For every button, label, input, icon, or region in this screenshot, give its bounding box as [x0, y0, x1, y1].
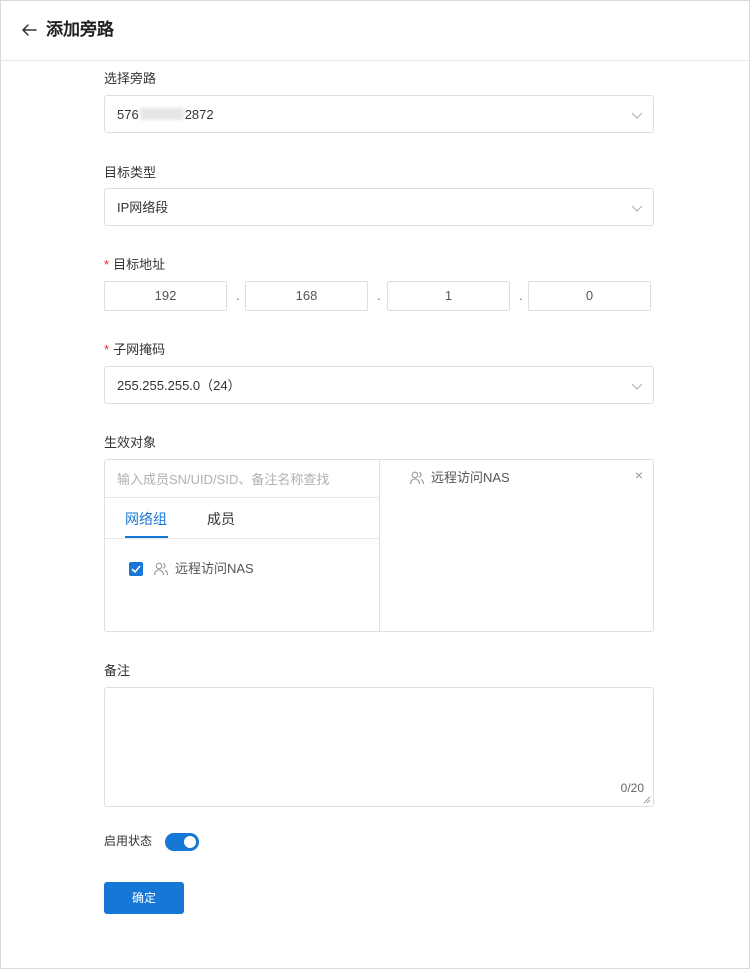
- item-checkbox[interactable]: [129, 562, 143, 576]
- target-address-label-text: 目标地址: [113, 257, 166, 272]
- search-placeholder: 输入成员SN/UID/SID、备注名称查找: [117, 472, 330, 487]
- member-search-input[interactable]: 输入成员SN/UID/SID、备注名称查找: [105, 460, 380, 498]
- toggle-knob: [184, 836, 196, 848]
- char-counter: 0/20: [620, 781, 644, 795]
- ip-octet-3-input[interactable]: 1: [387, 281, 510, 311]
- selected-item-label: 远程访问NAS: [431, 470, 510, 485]
- bypass-select[interactable]: 576 2872: [104, 95, 654, 133]
- transfer-panel: 输入成员SN/UID/SID、备注名称查找 网络组 成员 远程访问NAS 远程访…: [104, 459, 654, 632]
- status-label: 启用状态: [104, 834, 153, 848]
- ip-octet-4-input[interactable]: 0: [528, 281, 651, 311]
- close-icon[interactable]: ×: [635, 468, 643, 482]
- tab-members[interactable]: 成员: [207, 510, 235, 528]
- item-label: 远程访问NAS: [175, 561, 254, 576]
- arrow-left-icon[interactable]: [20, 21, 38, 39]
- user-group-icon: [409, 471, 425, 485]
- chevron-down-icon: [631, 112, 643, 119]
- active-tab-indicator: [125, 536, 168, 538]
- target-address-label: * 目标地址: [104, 257, 165, 273]
- chevron-down-icon: [631, 205, 643, 212]
- ip-octet-2-input[interactable]: 168: [245, 281, 368, 311]
- bypass-value-prefix: 576: [117, 107, 139, 122]
- required-mark: *: [104, 257, 110, 272]
- subnet-mask-select[interactable]: 255.255.255.0（24）: [104, 366, 654, 404]
- remark-label: 备注: [104, 663, 131, 678]
- subnet-mask-value: 255.255.255.0（24）: [117, 378, 241, 393]
- status-toggle[interactable]: [165, 833, 199, 851]
- ip-separator: .: [236, 288, 240, 303]
- remark-textarea[interactable]: 0/20: [104, 687, 654, 807]
- tab-bar: 网络组 成员: [105, 498, 380, 539]
- subnet-mask-label-text: 子网掩码: [113, 342, 166, 357]
- user-group-icon: [153, 562, 169, 576]
- selected-item: 远程访问NAS: [409, 469, 510, 487]
- effective-target-label: 生效对象: [104, 435, 157, 450]
- chevron-down-icon: [631, 383, 643, 390]
- transfer-source: 输入成员SN/UID/SID、备注名称查找 网络组 成员 远程访问NAS: [105, 460, 380, 631]
- target-type-value: IP网络段: [117, 200, 169, 215]
- target-type-label: 目标类型: [104, 165, 157, 180]
- redacted-mask: [139, 108, 184, 120]
- list-item[interactable]: 远程访问NAS: [129, 560, 254, 578]
- resize-handle-icon[interactable]: [643, 796, 651, 804]
- bypass-label: 选择旁路: [104, 71, 157, 86]
- required-mark: *: [104, 342, 110, 357]
- submit-button[interactable]: 确定: [104, 882, 184, 914]
- ip-separator: .: [377, 288, 381, 303]
- ip-octet-1-input[interactable]: 192: [104, 281, 227, 311]
- bypass-value: 576 2872: [117, 107, 214, 123]
- ip-separator: .: [519, 288, 523, 303]
- page-title: 添加旁路: [46, 20, 114, 39]
- target-type-select[interactable]: IP网络段: [104, 188, 654, 226]
- subnet-mask-label: * 子网掩码: [104, 342, 165, 358]
- check-icon: [131, 565, 141, 573]
- tab-network-group[interactable]: 网络组: [125, 510, 167, 528]
- bypass-value-suffix: 2872: [184, 107, 214, 122]
- page-header: 添加旁路: [0, 0, 750, 61]
